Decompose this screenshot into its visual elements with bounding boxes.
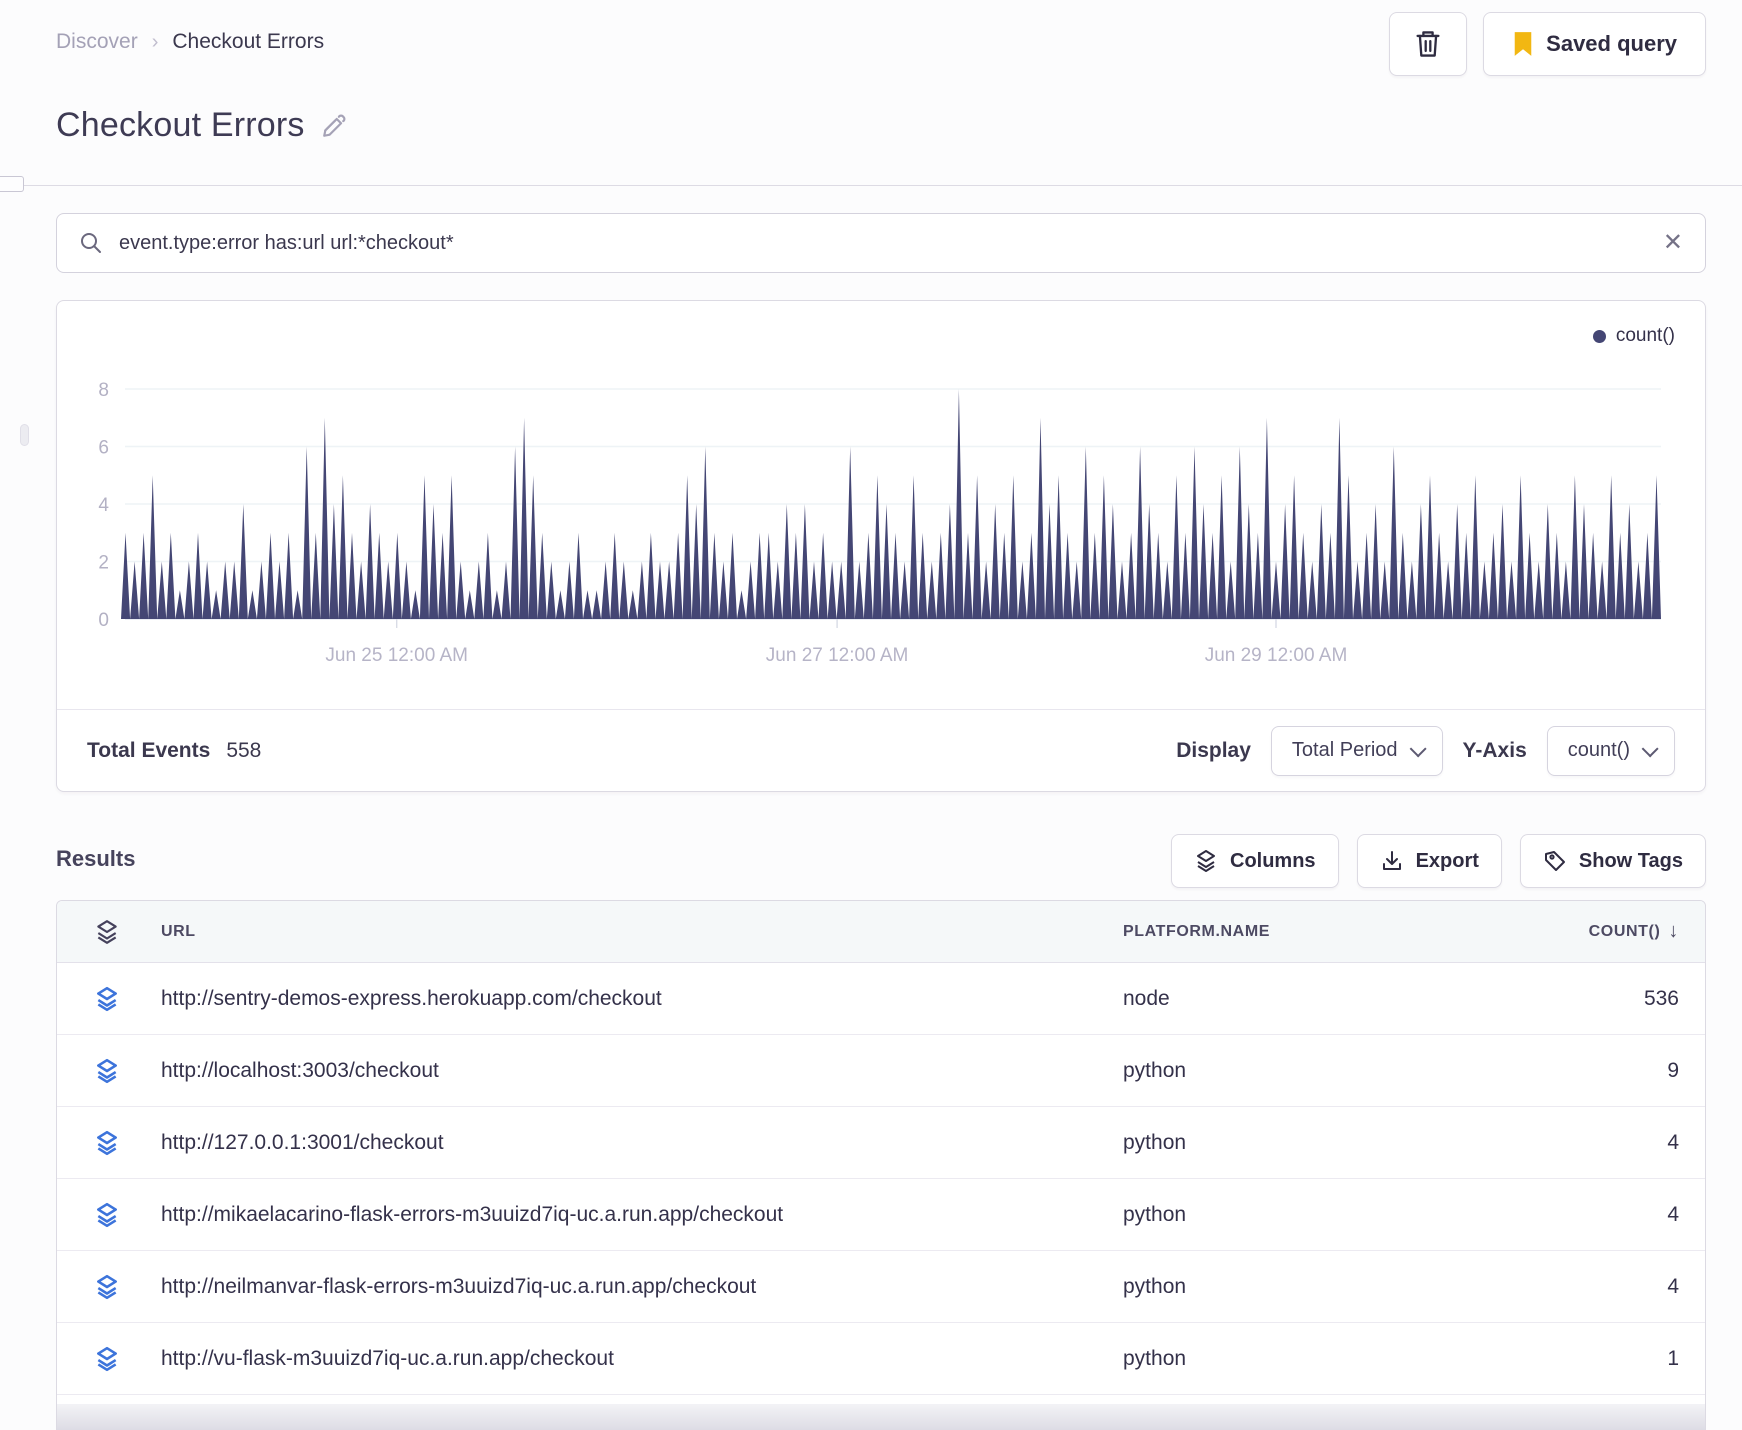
svg-text:6: 6 [98, 438, 109, 459]
column-header-url[interactable]: URL [143, 923, 1111, 941]
table-row: http://localhost:3003/checkout python 9 [57, 1035, 1705, 1107]
count-cell: 536 [1643, 986, 1679, 1010]
row-stack-button[interactable] [71, 1346, 143, 1372]
display-dropdown[interactable]: Total Period [1270, 725, 1443, 776]
chevron-down-icon [1409, 739, 1427, 757]
sort-descending-icon: ↓ [1668, 920, 1679, 942]
export-button[interactable]: Export [1356, 834, 1502, 888]
stack-icon [97, 919, 117, 944]
platform-cell: python [1123, 1130, 1187, 1154]
columns-button-label: Columns [1230, 849, 1316, 872]
sidebar-collapse-handle[interactable] [0, 176, 24, 192]
yaxis-dropdown-value: count() [1567, 739, 1630, 761]
results-title: Results [56, 846, 136, 871]
count-cell: 4 [1667, 1202, 1679, 1226]
total-events-label: Total Events [87, 738, 211, 762]
page-title: Checkout Errors [56, 106, 305, 144]
header-actions: Saved query [1389, 12, 1706, 76]
stack-icon [97, 1130, 117, 1155]
edit-title-icon[interactable] [321, 113, 347, 139]
stack-icon [97, 1058, 117, 1083]
count-cell: 4 [1667, 1274, 1679, 1298]
count-header-label: COUNT() [1588, 922, 1661, 940]
table-bottom-edge [56, 1404, 1706, 1430]
tag-icon [1544, 851, 1565, 871]
platform-cell: node [1123, 986, 1170, 1010]
platform-cell: python [1123, 1202, 1187, 1226]
svg-text:2: 2 [98, 553, 109, 574]
breadcrumb-chevron-icon: › [151, 30, 159, 53]
svg-text:8: 8 [98, 380, 109, 401]
search-bar: ✕ [56, 213, 1706, 273]
saved-query-button[interactable]: Saved query [1483, 12, 1706, 76]
table-row: http://sentry-demos-express.herokuapp.co… [57, 963, 1705, 1035]
events-chart-panel: count() 0 2 4 6 8 Jun 25 12:00 AM Jun 27 12:00… [56, 300, 1706, 792]
stack-icon [97, 1274, 117, 1299]
table-row: http://neilmanvar-flask-errors-m3uuizd7i… [57, 1251, 1705, 1323]
url-cell[interactable]: http://neilmanvar-flask-errors-m3uuizd7i… [143, 1275, 1111, 1299]
search-input[interactable] [119, 231, 1647, 255]
yaxis-dropdown[interactable]: count() [1546, 725, 1675, 776]
svg-text:Jun 27 12:00 AM: Jun 27 12:00 AM [766, 645, 909, 666]
row-stack-button[interactable] [71, 986, 143, 1012]
row-stack-button[interactable] [71, 1202, 143, 1228]
url-cell[interactable]: http://127.0.0.1:3001/checkout [143, 1131, 1111, 1155]
platform-cell: python [1123, 1274, 1187, 1298]
header-stack-icon-cell[interactable] [71, 919, 143, 945]
svg-text:Jun 29 12:00 AM: Jun 29 12:00 AM [1205, 645, 1348, 666]
breadcrumb: Discover › Checkout Errors [56, 30, 324, 54]
platform-cell: python [1123, 1346, 1187, 1370]
bookmark-icon [1514, 32, 1532, 56]
svg-text:Jun 25 12:00 AM: Jun 25 12:00 AM [325, 645, 468, 666]
chevron-down-icon [1641, 739, 1659, 757]
count-cell: 4 [1667, 1130, 1679, 1154]
yaxis-label: Y-Axis [1462, 738, 1527, 762]
clear-search-icon[interactable]: ✕ [1663, 231, 1683, 255]
export-button-label: Export [1415, 849, 1479, 872]
url-cell[interactable]: http://sentry-demos-express.herokuapp.co… [143, 987, 1111, 1011]
download-icon [1382, 851, 1401, 870]
stack-icon [97, 1346, 117, 1371]
stack-icon [97, 1202, 117, 1227]
results-table: URL PLATFORM.NAME COUNT() ↓ http://sentr… [56, 900, 1706, 1430]
results-actions: Columns Export Show Tags [1171, 834, 1706, 888]
platform-cell: python [1123, 1058, 1187, 1082]
count-cell: 9 [1667, 1058, 1679, 1082]
url-cell[interactable]: http://vu-flask-m3uuizd7iq-uc.a.run.app/… [143, 1347, 1111, 1371]
svg-text:4: 4 [98, 495, 109, 516]
display-dropdown-value: Total Period [1291, 739, 1398, 761]
chart-footer: Total Events 558 Display Total Period Y-… [57, 709, 1705, 791]
url-cell[interactable]: http://localhost:3003/checkout [143, 1059, 1111, 1083]
total-events-value: 558 [226, 738, 262, 762]
url-cell[interactable]: http://mikaelacarino-flask-errors-m3uuiz… [143, 1203, 1111, 1227]
breadcrumb-discover-link[interactable]: Discover [56, 30, 138, 54]
show-tags-button-label: Show Tags [1578, 849, 1683, 872]
table-row: http://vu-flask-m3uuizd7iq-uc.a.run.app/… [57, 1323, 1705, 1395]
trash-icon [1416, 31, 1440, 57]
search-icon [81, 233, 101, 253]
columns-stack-icon [1197, 850, 1215, 872]
show-tags-button[interactable]: Show Tags [1519, 834, 1706, 888]
delete-query-button[interactable] [1389, 12, 1468, 76]
row-stack-button[interactable] [71, 1058, 143, 1084]
columns-button[interactable]: Columns [1171, 834, 1339, 888]
svg-text:0: 0 [98, 610, 109, 631]
table-header-row: URL PLATFORM.NAME COUNT() ↓ [57, 901, 1705, 963]
table-row: http://127.0.0.1:3001/checkout python 4 [57, 1107, 1705, 1179]
display-label: Display [1176, 738, 1251, 762]
column-header-count[interactable]: COUNT() ↓ [1441, 920, 1691, 943]
row-stack-button[interactable] [71, 1130, 143, 1156]
count-cell: 1 [1667, 1346, 1679, 1370]
row-stack-button[interactable] [71, 1274, 143, 1300]
drag-handle[interactable] [20, 424, 29, 446]
breadcrumb-current: Checkout Errors [172, 30, 325, 53]
header-divider [0, 185, 1742, 186]
table-row: http://mikaelacarino-flask-errors-m3uuiz… [57, 1179, 1705, 1251]
events-area-chart: 0 2 4 6 8 Jun 25 12:00 AM Jun 27 12:00 AM Jun 2… [98, 380, 1661, 666]
stack-icon [97, 986, 117, 1011]
column-header-platform[interactable]: PLATFORM.NAME [1111, 923, 1441, 941]
results-table-body: http://sentry-demos-express.herokuapp.co… [57, 963, 1705, 1395]
saved-query-label: Saved query [1546, 31, 1677, 56]
